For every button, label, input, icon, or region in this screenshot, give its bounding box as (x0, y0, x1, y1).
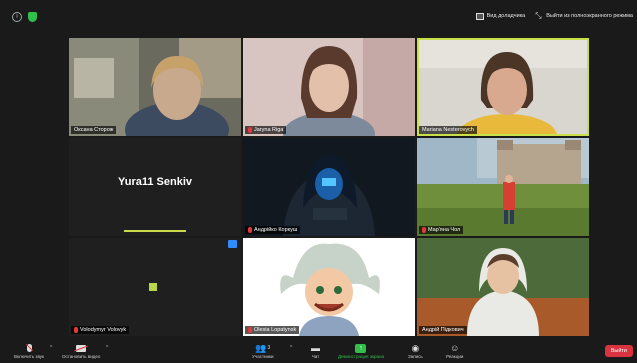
muted-microphone-icon (26, 342, 32, 354)
people-icon: 👥 (255, 342, 267, 353)
participant-video (69, 38, 241, 136)
participants-icon: 👥 3 (255, 342, 270, 354)
participant-name-tag: Jaryna Riga (245, 126, 287, 134)
stop-video-label: Остановить видео (62, 354, 101, 359)
muted-mic-icon (422, 227, 426, 233)
participant-name: Оксана Сторож (74, 127, 114, 133)
exit-fullscreen-icon: ⤡ (535, 11, 542, 20)
video-tile[interactable]: Мар'яна Чол (417, 138, 589, 236)
participant-name: Volodymyr Volovyk (80, 327, 127, 333)
participant-name: Mariana Nesterovych (422, 127, 474, 133)
share-screen-icon: ↑ (355, 343, 367, 353)
video-tile-no-video[interactable]: Volodymyr Volovyk (69, 238, 241, 336)
video-tile[interactable]: Olesia Lopatynsk (243, 238, 415, 336)
video-tile[interactable]: Оксана Сторож (69, 38, 241, 136)
chat-label: Чат (311, 354, 320, 359)
participants-label: Участники (252, 354, 274, 359)
leave-meeting-button[interactable]: Выйти (604, 345, 633, 357)
top-left-icons: i (12, 12, 37, 22)
participant-video (243, 38, 415, 136)
participant-name-tag: Mariana Nesterovych (419, 126, 477, 134)
share-screen-icon-wrap: ↑ (355, 342, 367, 354)
video-tile[interactable]: Андрійко Коркуш (243, 138, 415, 236)
participant-avatar-image (243, 138, 415, 236)
grid-view-icon (475, 12, 484, 20)
participant-display-name: Yura11 Senkiv (118, 176, 192, 188)
chat-button[interactable]: ▬ Чат (311, 342, 320, 359)
shield-icon[interactable] (28, 12, 37, 22)
muted-mic-icon (248, 127, 252, 133)
share-screen-label: Демонстрация экрана (338, 354, 384, 359)
info-icon[interactable]: i (12, 12, 22, 22)
reactions-button[interactable]: ☺ Реакции (446, 342, 463, 359)
video-grid: Оксана Сторож Jaryna Riga Mariana Nester… (69, 38, 590, 336)
video-tile-no-video[interactable]: Yura11 Senkiv (69, 138, 241, 236)
participant-name: Olesia Lopatynsk (254, 327, 297, 333)
more-options-icon[interactable] (228, 240, 237, 248)
view-button[interactable]: Вид доладчика (475, 12, 526, 20)
participant-video (417, 238, 589, 336)
muted-mic-icon (248, 327, 252, 333)
muted-mic-icon (74, 327, 78, 333)
reactions-icon: ☺ (450, 343, 460, 353)
exit-fullscreen-label: Выйти из полноэкранного режима (546, 13, 633, 19)
top-right-controls: Вид доладчика ⤡ Выйти из полноэкранного … (475, 12, 633, 20)
speaking-indicator (124, 230, 186, 232)
participant-name-tag: Мар'яна Чол (419, 226, 464, 234)
participant-name-tag: Volodymyr Volovyk (71, 326, 130, 334)
participant-name-tag: Андрійко Коркуш (245, 226, 301, 234)
reactions-label: Реакции (446, 354, 464, 359)
video-camera-icon (76, 342, 87, 354)
participant-name: Мар'яна Чол (428, 227, 461, 233)
record-icon: ◉ (411, 342, 420, 353)
view-label: Вид доладчика (486, 13, 526, 19)
participants-options-caret-icon[interactable]: ^ (290, 345, 292, 351)
audio-options-caret-icon[interactable]: ^ (50, 345, 52, 351)
muted-mic-icon (248, 227, 252, 233)
participant-name: Андрій Підкович (422, 327, 464, 333)
video-tile[interactable]: Андрій Підкович (417, 238, 589, 336)
participant-name-tag: Андрій Підкович (419, 326, 467, 334)
camera-icon (76, 344, 87, 352)
participant-video (417, 38, 589, 136)
meeting-toolbar: Включить звук ^ Остановить видео ^ 👥 3 У… (0, 340, 637, 363)
chat-bubble-icon: ▬ (311, 343, 320, 353)
video-options-caret-icon[interactable]: ^ (106, 345, 108, 351)
video-tile[interactable]: Jaryna Riga (243, 38, 415, 136)
top-bar: i Вид доладчика ⤡ Выйти из полноэкранног… (0, 0, 637, 34)
record-button[interactable]: ◉ Запись (408, 342, 423, 360)
participant-name-tag: Оксана Сторож (71, 126, 117, 134)
participants-button[interactable]: 👥 3 Участники (252, 342, 274, 360)
participant-avatar-image (243, 238, 415, 336)
participant-thumbnail (149, 283, 157, 291)
microphone-icon (26, 344, 32, 352)
record-label: Запись (408, 354, 423, 359)
stop-video-button[interactable]: Остановить видео (62, 342, 100, 359)
participants-count: 3 (267, 345, 271, 351)
participant-photo (417, 138, 589, 236)
share-screen-button[interactable]: ↑ Демонстрация экрана (338, 342, 384, 359)
participant-name: Jaryna Riga (254, 127, 284, 133)
unmute-button[interactable]: Включить звук (14, 342, 44, 359)
unmute-label: Включить звук (14, 354, 45, 359)
participant-name-tag: Olesia Lopatynsk (245, 326, 300, 334)
participant-name: Андрійко Коркуш (254, 227, 298, 233)
video-tile-active-speaker[interactable]: Mariana Nesterovych (417, 38, 589, 136)
exit-fullscreen-button[interactable]: ⤡ Выйти из полноэкранного режима (535, 12, 633, 20)
